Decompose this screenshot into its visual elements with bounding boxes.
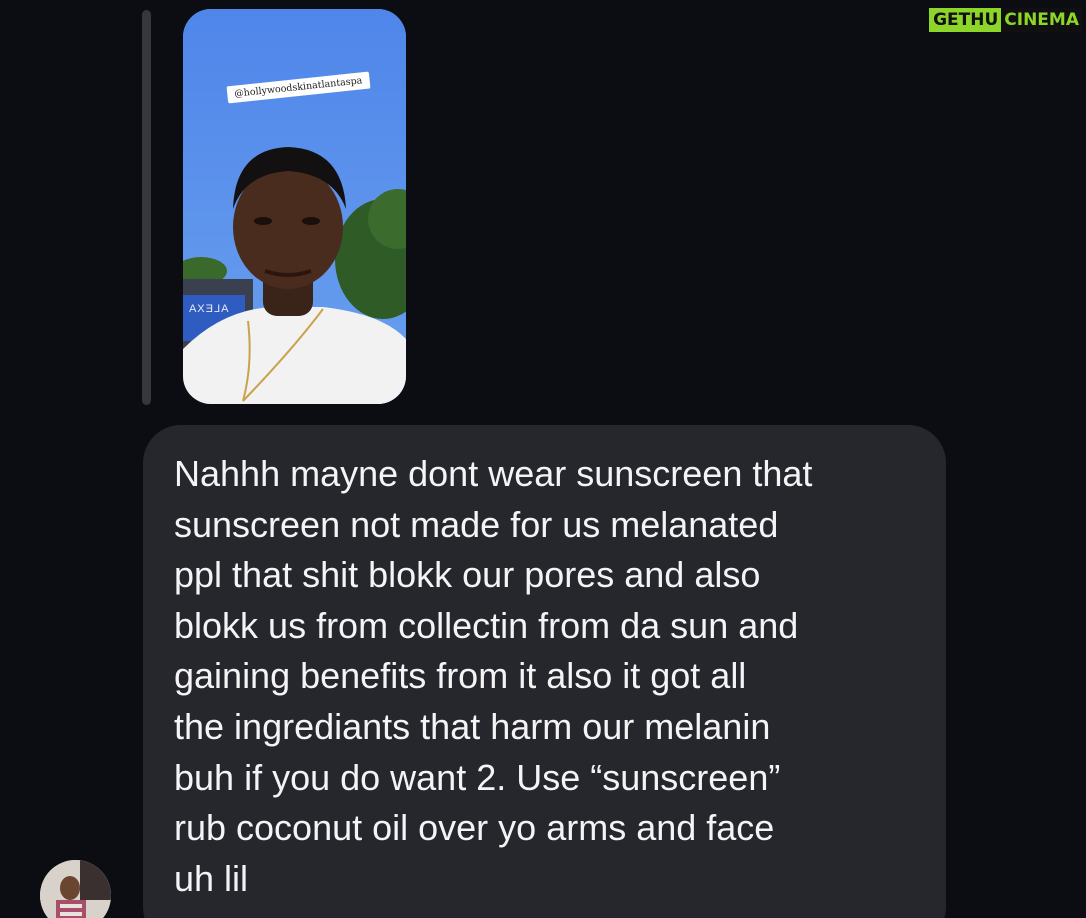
reply-quote-bar (142, 10, 151, 405)
message-line: blokk us from collectin from da sun and (174, 604, 799, 646)
watermark-part2: CINEMA (1001, 8, 1082, 32)
story-image (183, 9, 406, 404)
story-reply-thumbnail[interactable]: @hollywoodskinatlantaspa ALEXA (183, 9, 406, 404)
message-line: uh lil (174, 857, 249, 899)
sender-avatar[interactable] (40, 860, 111, 918)
avatar-image (40, 860, 111, 918)
watermark-part1: GETHU (929, 8, 1002, 32)
dm-thread: @hollywoodskinatlantaspa ALEXA GETHU CINE… (0, 0, 1086, 918)
message-line: ppl that shit blokk our pores and also (174, 554, 761, 596)
store-sign-text: ALEXA (188, 303, 229, 315)
message-line: buh if you do want 2. Use “sunscreen” (174, 756, 781, 798)
message-line: gaining benefits from it also it got all (174, 655, 747, 697)
message-line: rub coconut oil over yo arms and face (174, 807, 775, 849)
message-line: sunscreen not made for us melanated (174, 503, 779, 545)
message-line: Nahhh mayne dont wear sunscreen that (174, 453, 813, 494)
message-line: the ingrediants that harm our melanin (174, 705, 771, 747)
watermark-logo: GETHU CINEMA (929, 8, 1082, 32)
message-text: Nahhh mayne dont wear sunscreen that sun… (174, 449, 934, 904)
